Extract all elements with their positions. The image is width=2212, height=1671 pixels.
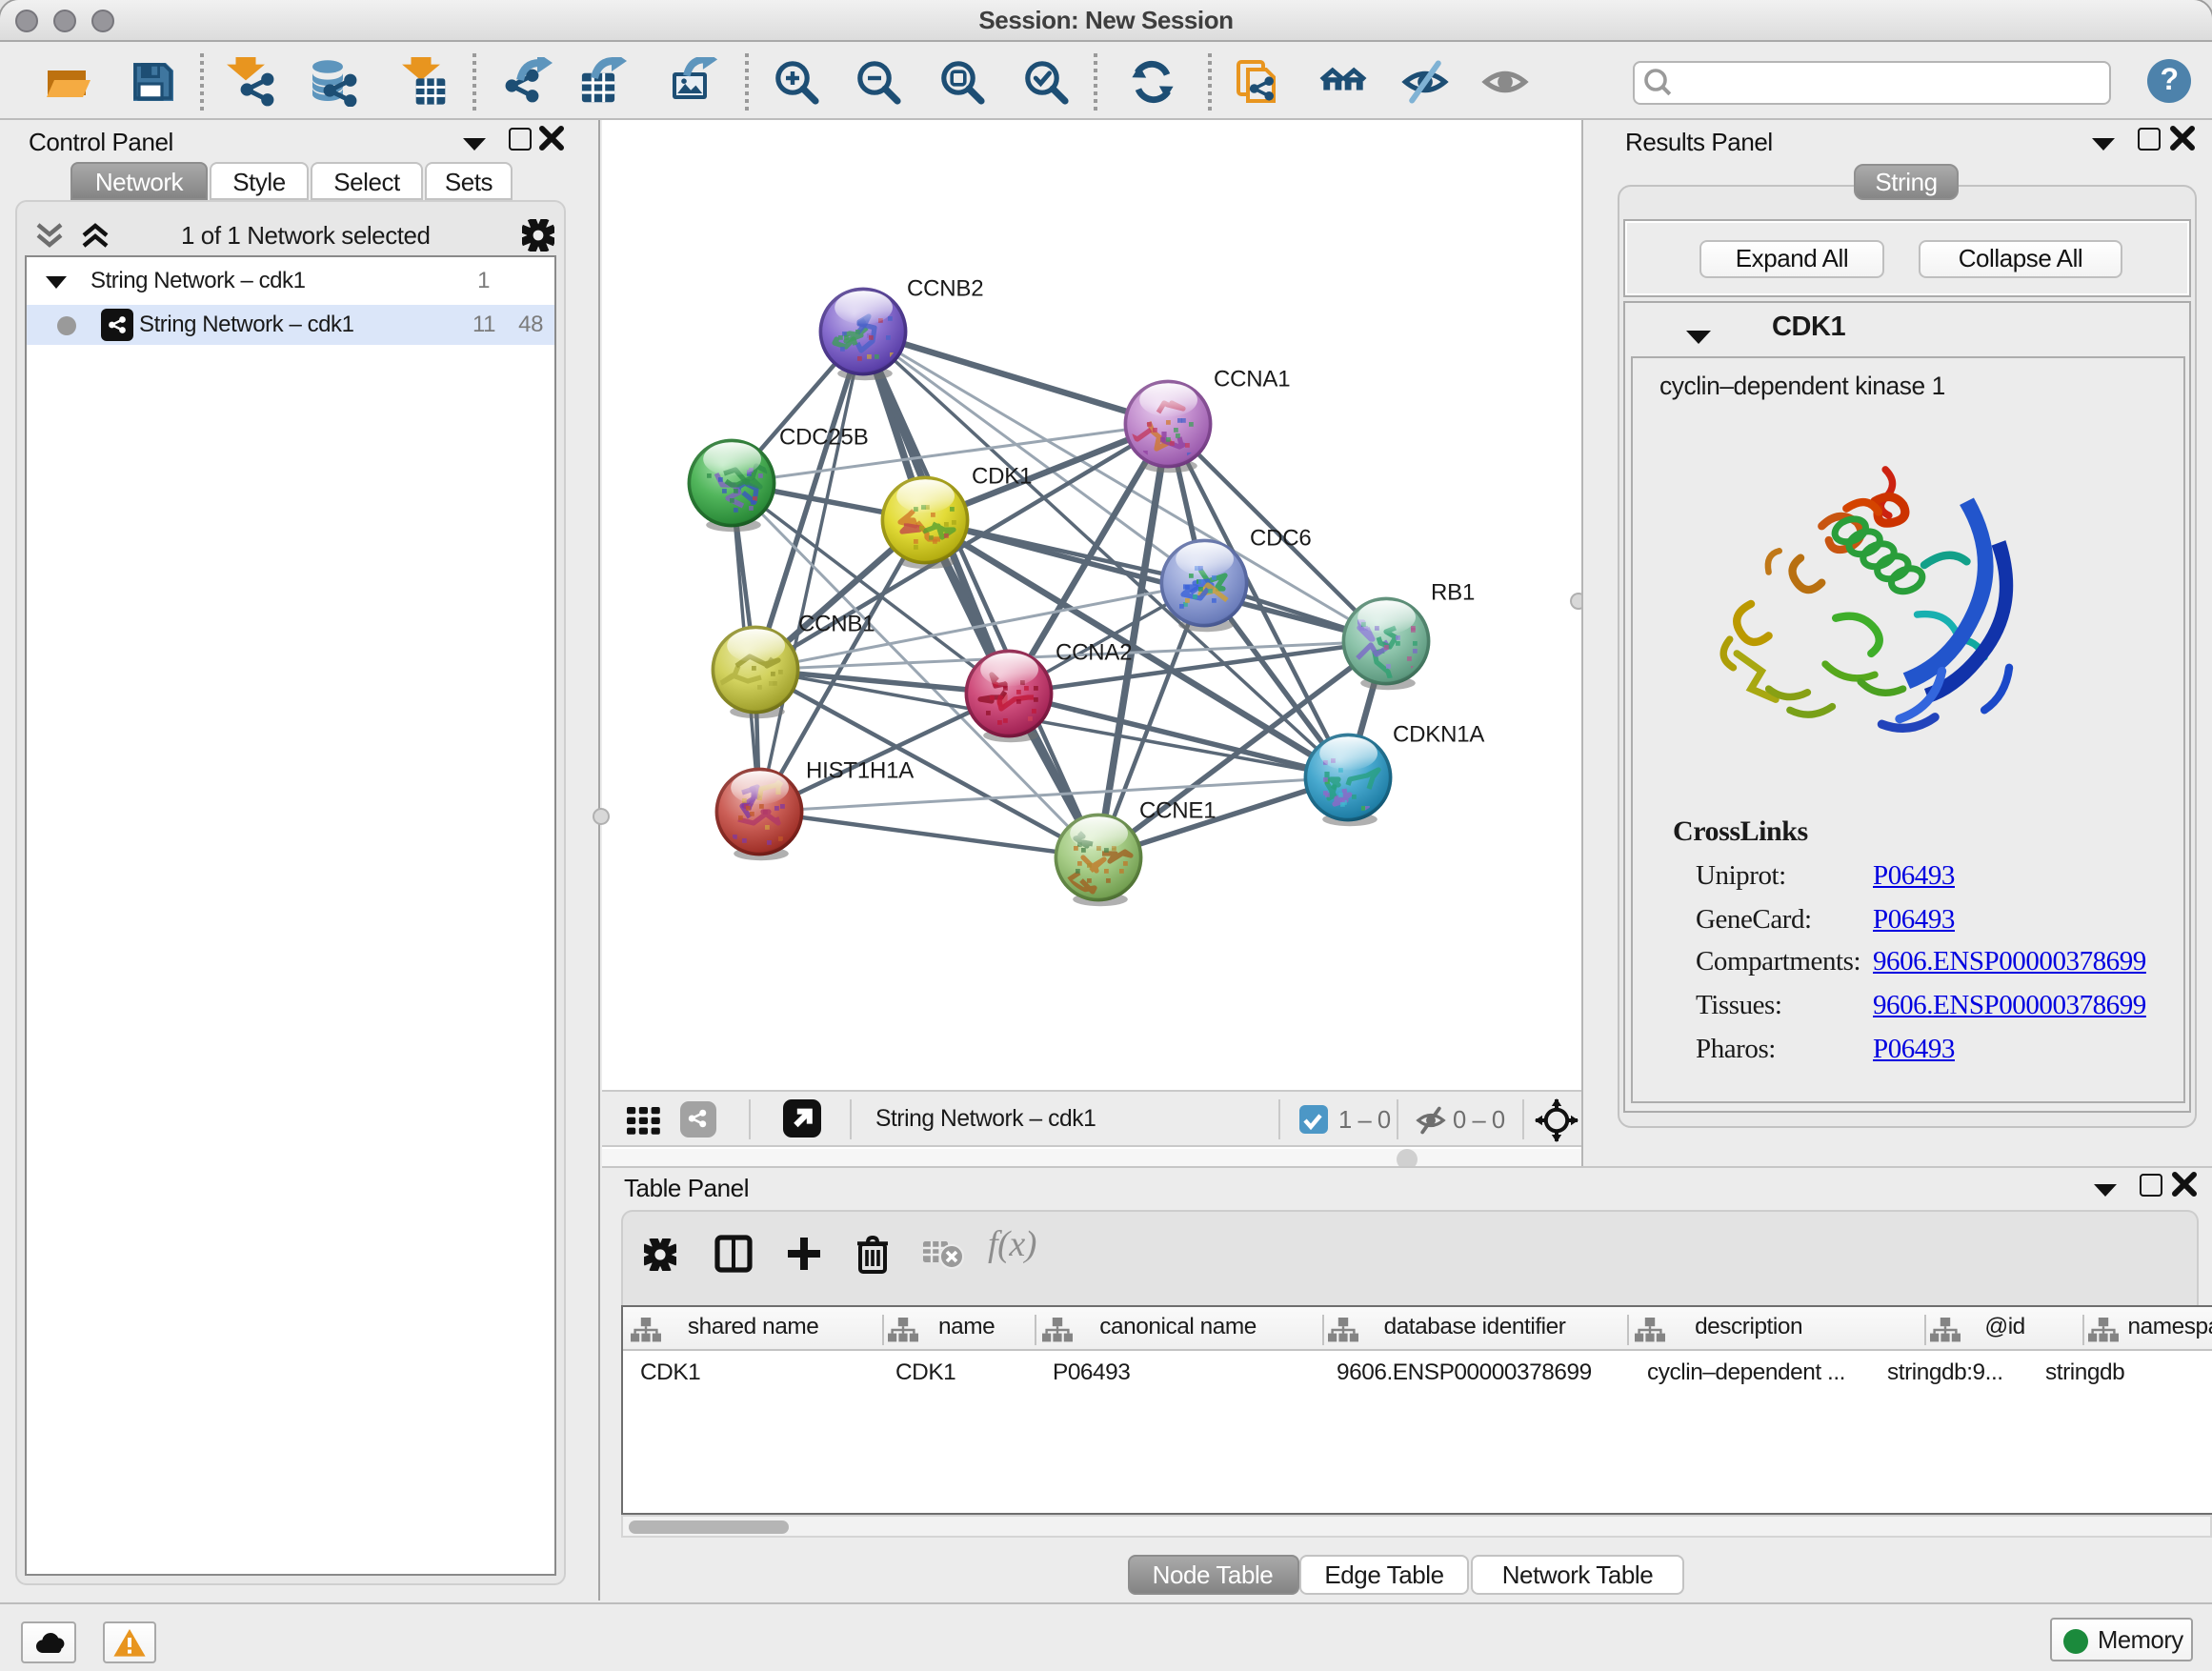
svg-text:CCNB1: CCNB1 xyxy=(797,612,874,637)
svg-text:CCNA1: CCNA1 xyxy=(1213,367,1289,393)
svg-text:CDC25B: CDC25B xyxy=(778,425,868,451)
svg-text:CDKN1A: CDKN1A xyxy=(1392,722,1483,748)
svg-text:CCNB2: CCNB2 xyxy=(906,276,982,302)
svg-text:CDK1: CDK1 xyxy=(971,464,1031,490)
svg-text:CCNE1: CCNE1 xyxy=(1138,798,1215,824)
svg-text:RB1: RB1 xyxy=(1430,580,1474,606)
svg-text:CDC6: CDC6 xyxy=(1249,526,1311,552)
svg-text:CCNA2: CCNA2 xyxy=(1055,640,1131,666)
svg-text:HIST1H1A: HIST1H1A xyxy=(805,758,913,784)
